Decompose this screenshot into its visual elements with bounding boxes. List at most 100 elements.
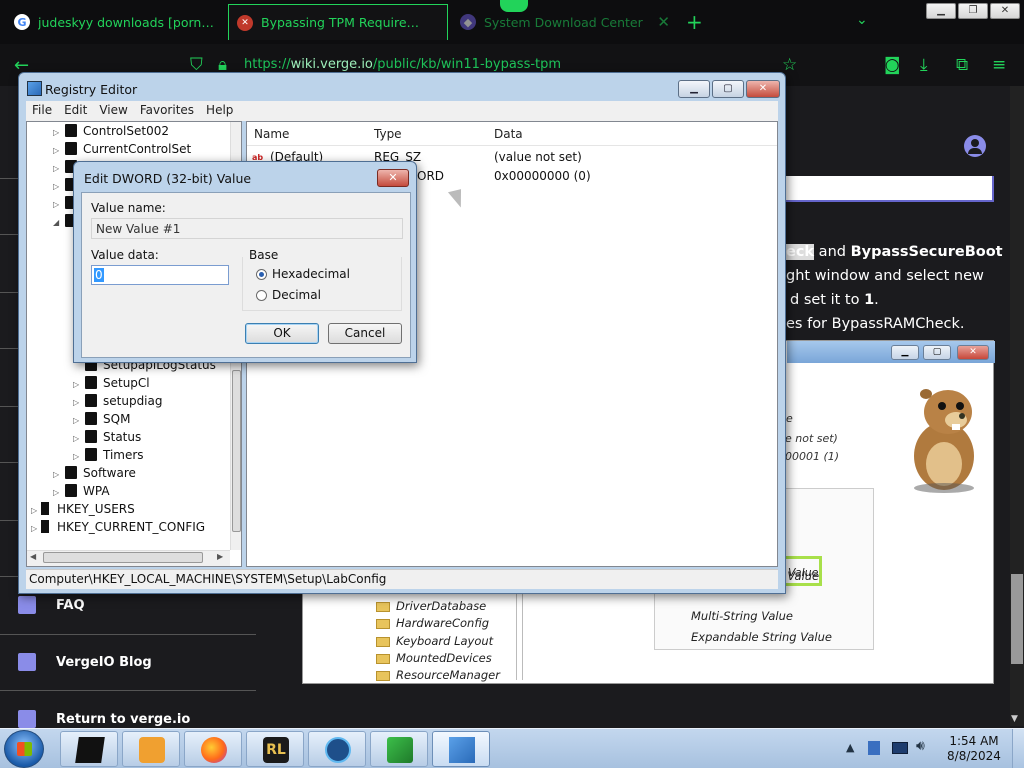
screenshot-titlebar: ▁ ▢ ✕	[787, 341, 995, 363]
value-data-input[interactable]: 0	[91, 265, 229, 285]
menu-file[interactable]: File	[26, 101, 58, 119]
folder-icon	[85, 394, 97, 407]
screenshot-text-dword: 000001 (1)	[778, 450, 840, 463]
faq-icon[interactable]	[18, 596, 36, 614]
menu-edit[interactable]: Edit	[58, 101, 93, 119]
folder-icon	[65, 466, 77, 479]
article-line-2: ght window and select new	[786, 268, 984, 284]
menu-item: Multi-String Value	[691, 609, 793, 623]
menu-view[interactable]: View	[93, 101, 133, 119]
minimize-button[interactable]: ▁	[678, 80, 710, 98]
menu-help[interactable]: Help	[200, 101, 239, 119]
tree-node-sqm[interactable]: ▷ SQM	[73, 412, 130, 426]
tab-google-search[interactable]: G judeskyy downloads [porn - Go	[6, 4, 224, 40]
value-row-default-data: (value not set)	[494, 150, 582, 164]
tray-app-icon[interactable]	[868, 741, 880, 755]
dialog-close-button[interactable]: ✕	[377, 169, 409, 187]
new-tab-button[interactable]: +	[686, 10, 703, 34]
radio-decimal[interactable]: Decimal	[256, 288, 321, 302]
tree-node-status[interactable]: ▷ Status	[73, 430, 141, 444]
folder-icon	[85, 376, 97, 389]
verge-icon: ✕	[237, 14, 253, 31]
close-tab-icon[interactable]: ✕	[657, 13, 670, 31]
microsoft-icon: ◆	[460, 14, 476, 30]
scroll-right-arrow-icon[interactable]: ▶	[217, 552, 223, 561]
address-bar-url[interactable]: https://wiki.verge.io/public/kb/win11-by…	[244, 57, 561, 72]
tree-node-hkey-current-config[interactable]: ▷ HKEY_CURRENT_CONFIG	[31, 520, 205, 534]
tray-expand-icon[interactable]: ▲	[846, 741, 854, 754]
close-button[interactable]: ✕	[746, 80, 780, 98]
folder-icon	[85, 448, 97, 461]
url-path: /public/kb/win11-bypass-tpm	[372, 57, 562, 72]
window-restore-button[interactable]: ❐	[958, 3, 988, 19]
url-host: wiki.verge.io	[290, 57, 373, 72]
taskbar-clock[interactable]: 1:54 AM 8/8/2024	[944, 734, 1004, 764]
tab-list-chevron-icon[interactable]: ⌄	[856, 12, 868, 28]
menu-bar: File Edit View Favorites Help	[26, 101, 778, 121]
tree-item: ResourceManager	[376, 668, 500, 682]
bookmark-star-icon[interactable]: ☆	[782, 55, 797, 75]
tree-vertical-scroll-thumb[interactable]	[232, 370, 241, 532]
column-header-type[interactable]: Type	[374, 127, 402, 141]
folder-icon	[65, 124, 77, 137]
downloads-icon[interactable]: ⤓	[920, 55, 928, 75]
tree-node-hkey-users[interactable]: ▷ HKEY_USERS	[31, 502, 135, 516]
clock-time: 1:54 AM	[949, 734, 999, 748]
tree-node-setupdiag[interactable]: ▷ setupdiag	[73, 394, 162, 408]
taskbar-app-regedit[interactable]	[432, 731, 490, 767]
tree-horizontal-scroll-thumb[interactable]	[43, 552, 203, 563]
start-button[interactable]	[4, 730, 44, 768]
nav-link-faq[interactable]: FAQ	[56, 598, 85, 613]
extensions-icon[interactable]: ⧉	[956, 55, 968, 75]
window-close-button[interactable]: ✕	[990, 3, 1020, 19]
menu-hamburger-icon[interactable]: ≡	[992, 55, 1006, 75]
maximize-icon: ▢	[923, 345, 951, 360]
tree-node-software[interactable]: ▷ Software	[53, 466, 136, 480]
column-header-data[interactable]: Data	[494, 127, 523, 141]
ok-button[interactable]: OK	[245, 323, 319, 344]
screenshot-text-name: e	[786, 412, 793, 425]
return-icon[interactable]	[18, 710, 36, 728]
dialog-body: Value name: New Value #1 Value data: 0 B…	[81, 192, 411, 358]
page-scrollbar-thumb[interactable]	[1011, 574, 1023, 664]
ghost-logo-icon	[500, 0, 528, 12]
nav-divider	[0, 634, 256, 635]
tree-item: DriverDatabase	[376, 599, 486, 613]
scroll-down-arrow-icon[interactable]: ▼	[1011, 714, 1018, 724]
taskbar-app-green-arrow[interactable]	[370, 731, 428, 767]
tree-node-controlset002[interactable]: ▷ ControlSet002	[53, 124, 169, 138]
cancel-button[interactable]: Cancel	[328, 323, 402, 344]
taskbar-app-rl[interactable]: RL	[246, 731, 304, 767]
taskbar-app-media-player[interactable]	[122, 731, 180, 767]
tray-volume-icon[interactable]: 🔊︎	[916, 738, 925, 754]
close-icon: ✕	[957, 345, 989, 360]
tree-node-wpa[interactable]: ▷ WPA	[53, 484, 110, 498]
nav-link-blog[interactable]: VergeIO Blog	[56, 655, 152, 670]
tree-item: MountedDevices	[376, 651, 492, 665]
window-title: Registry Editor	[45, 82, 138, 97]
tree-node-setupcl[interactable]: ▷ SetupCl	[73, 376, 150, 390]
value-data-label: Value data:	[91, 248, 159, 262]
highlight-box	[782, 556, 822, 586]
radio-hexadecimal[interactable]: Hexadecimal	[256, 267, 350, 281]
taskbar-app-flame[interactable]	[308, 731, 366, 767]
column-header-name[interactable]: Name	[254, 127, 289, 141]
flame-app-icon	[325, 737, 351, 763]
scroll-left-arrow-icon[interactable]: ◀	[30, 552, 36, 561]
tray-network-icon[interactable]	[892, 742, 908, 754]
tab-bypassing-tpm[interactable]: ✕ Bypassing TPM Requirements	[228, 4, 448, 40]
pocket-icon[interactable]: ◙	[884, 55, 901, 75]
menu-favorites[interactable]: Favorites	[134, 101, 200, 119]
taskbar-app-firefox[interactable]	[184, 731, 242, 767]
tree-node-currentcontrolset[interactable]: ▷ CurrentControlSet	[53, 142, 191, 156]
user-account-icon[interactable]	[964, 135, 986, 157]
maximize-button[interactable]: ▢	[712, 80, 744, 98]
tree-node-timers[interactable]: ▷ Timers	[73, 448, 144, 462]
tab-download-center[interactable]: ◆ System Download Center ✕	[452, 4, 680, 40]
taskbar-app-explorer[interactable]	[60, 731, 118, 767]
show-desktop-button[interactable]	[1012, 729, 1024, 768]
window-minimize-button[interactable]: ▁	[926, 3, 956, 19]
nav-link-return[interactable]: Return to verge.io	[56, 712, 190, 727]
blog-icon[interactable]	[18, 653, 36, 671]
status-bar: Computer\HKEY_LOCAL_MACHINE\SYSTEM\Setup…	[26, 569, 778, 589]
